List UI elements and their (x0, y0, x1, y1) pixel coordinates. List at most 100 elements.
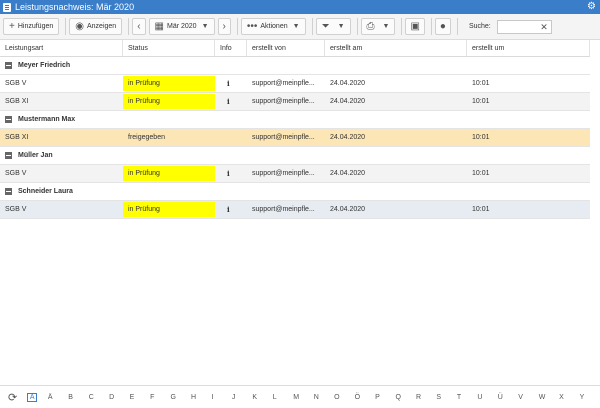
letter-filter-g[interactable]: G (171, 394, 191, 401)
add-button[interactable]: + Hinzufügen (3, 18, 60, 35)
column-header-created-time[interactable]: erstellt um (467, 40, 590, 56)
letter-filter-j[interactable]: J (232, 394, 252, 401)
letter-filter-v[interactable]: V (518, 394, 538, 401)
cell-type: SGB XI (5, 134, 29, 141)
column-header-status[interactable]: Status (123, 40, 215, 56)
letter-filter-h[interactable]: H (191, 394, 211, 401)
comments-button[interactable]: ● (434, 18, 451, 35)
cell-creator: support@meinpfle... (252, 98, 315, 105)
print-button[interactable]: ⎙ ▼ (360, 18, 396, 35)
info-icon[interactable]: i (215, 165, 247, 182)
letter-filter-m[interactable]: M (293, 394, 313, 401)
letter-filter-a[interactable]: A (27, 392, 38, 402)
cell-status: in Prüfung (123, 202, 215, 217)
letter-filter-d[interactable]: D (109, 394, 129, 401)
cell-status: in Prüfung (123, 166, 215, 181)
actions-button[interactable]: ••• Aktionen ▼ (240, 18, 306, 35)
previous-period-button[interactable]: ‹ (132, 18, 146, 35)
chat-icon: ● (439, 20, 446, 32)
info-icon[interactable]: i (215, 93, 247, 110)
group-header[interactable]: Schneider Laura (0, 183, 590, 201)
filter-icon: ⏷ (321, 20, 330, 32)
gear-icon[interactable]: ⚙ (587, 2, 596, 12)
letter-filter-p[interactable]: P (375, 394, 395, 401)
filter-button[interactable]: ⏷ ▼ (315, 18, 351, 35)
period-label: Mär 2020 (167, 23, 197, 30)
cell-time: 10:01 (472, 98, 490, 105)
group-header[interactable]: Müller Jan (0, 147, 590, 165)
letter-filter-x[interactable]: X (559, 394, 579, 401)
group-header[interactable]: Mustermann Max (0, 111, 590, 129)
letter-filter-b[interactable]: B (68, 394, 88, 401)
letter-filter-w[interactable]: W (539, 394, 559, 401)
letter-filter-ae[interactable]: Ä (48, 394, 68, 401)
show-button-label: Anzeigen (87, 23, 117, 30)
cell-status: freigegeben (128, 134, 165, 141)
column-header-leistungsart[interactable]: Leistungsart (0, 40, 123, 56)
clear-search-icon[interactable]: ✕ (540, 22, 548, 32)
column-header-created-by[interactable]: erstellt von (247, 40, 325, 56)
letter-filter-l[interactable]: L (273, 394, 293, 401)
info-icon[interactable]: i (215, 75, 247, 92)
letter-filter-t[interactable]: T (457, 394, 477, 401)
plus-icon: + (9, 20, 15, 32)
cell-date: 24.04.2020 (330, 170, 366, 177)
collapse-icon[interactable] (5, 116, 12, 123)
search-label: Suche: (468, 23, 491, 30)
next-period-button[interactable]: › (217, 18, 231, 35)
letter-filter-y[interactable]: Y (580, 394, 600, 401)
letter-filter-e[interactable]: E (130, 394, 150, 401)
cell-creator: support@meinpfle... (252, 80, 315, 87)
collapse-icon[interactable] (5, 62, 12, 69)
group-name: Mustermann Max (18, 116, 76, 123)
letter-filter-u[interactable]: U (477, 394, 497, 401)
show-button[interactable]: ◉ Anzeigen (69, 18, 123, 35)
table-row[interactable]: SGB V in Prüfung i support@meinpfle... 2… (0, 75, 590, 93)
column-header-info[interactable]: Info (215, 40, 247, 56)
window-title: Leistungsnachweis: Mär 2020 (15, 2, 135, 12)
info-icon[interactable]: i (215, 201, 247, 218)
letter-filter-f[interactable]: F (150, 394, 170, 401)
letter-filter-s[interactable]: S (436, 394, 456, 401)
letter-filter-ue[interactable]: Ü (498, 394, 518, 401)
table-row[interactable]: SGB V in Prüfung i support@meinpfle... 2… (0, 165, 590, 183)
table-row[interactable]: SGB XI freigegeben support@meinpfle... 2… (0, 129, 590, 147)
cell-type: SGB V (5, 206, 27, 213)
cell-date: 24.04.2020 (330, 80, 366, 87)
cell-status: in Prüfung (123, 94, 215, 109)
toolbar-divider (401, 18, 403, 35)
letter-filter-n[interactable]: N (314, 394, 334, 401)
group-header[interactable]: Meyer Friedrich (0, 57, 590, 75)
eye-icon: ◉ (75, 20, 84, 32)
letter-filter-q[interactable]: Q (396, 394, 416, 401)
add-button-label: Hinzufügen (17, 23, 54, 30)
letter-filter-k[interactable]: K (252, 394, 272, 401)
excel-export-button[interactable]: ▣ (405, 18, 425, 35)
group-name: Meyer Friedrich (18, 62, 71, 69)
cell-creator: support@meinpfle... (252, 134, 315, 141)
letter-filter-oe[interactable]: Ö (355, 394, 375, 401)
table-row[interactable]: SGB XI in Prüfung i support@meinpfle... … (0, 93, 590, 111)
cell-time: 10:01 (472, 206, 490, 213)
caret-down-icon: ▼ (292, 23, 300, 30)
letter-filter-o[interactable]: O (334, 394, 354, 401)
column-header-created-date[interactable]: erstellt am (325, 40, 467, 56)
refresh-icon[interactable]: ⟳ (8, 391, 17, 404)
table-row[interactable]: SGB V in Prüfung i support@meinpfle... 2… (0, 201, 590, 219)
dots-icon: ••• (246, 20, 258, 32)
caret-down-icon: ▼ (201, 23, 209, 30)
toolbar-divider (311, 18, 313, 35)
search-input[interactable]: ✕ (496, 19, 552, 34)
cell-time: 10:01 (472, 170, 490, 177)
letter-filter-r[interactable]: R (416, 394, 436, 401)
collapse-icon[interactable] (5, 188, 12, 195)
letter-filter-c[interactable]: C (89, 394, 109, 401)
letter-filter-i[interactable]: I (211, 394, 231, 401)
cell-date: 24.04.2020 (330, 206, 366, 213)
period-select[interactable]: ▦ Mär 2020 ▼ (148, 18, 215, 35)
info-cell (215, 129, 247, 146)
collapse-icon[interactable] (5, 152, 12, 159)
toolbar: + Hinzufügen ◉ Anzeigen ‹ ▦ Mär 2020 ▼ ›… (0, 14, 600, 40)
grid-header: Leistungsart Status Info erstellt von er… (0, 40, 590, 57)
cell-time: 10:01 (472, 134, 490, 141)
